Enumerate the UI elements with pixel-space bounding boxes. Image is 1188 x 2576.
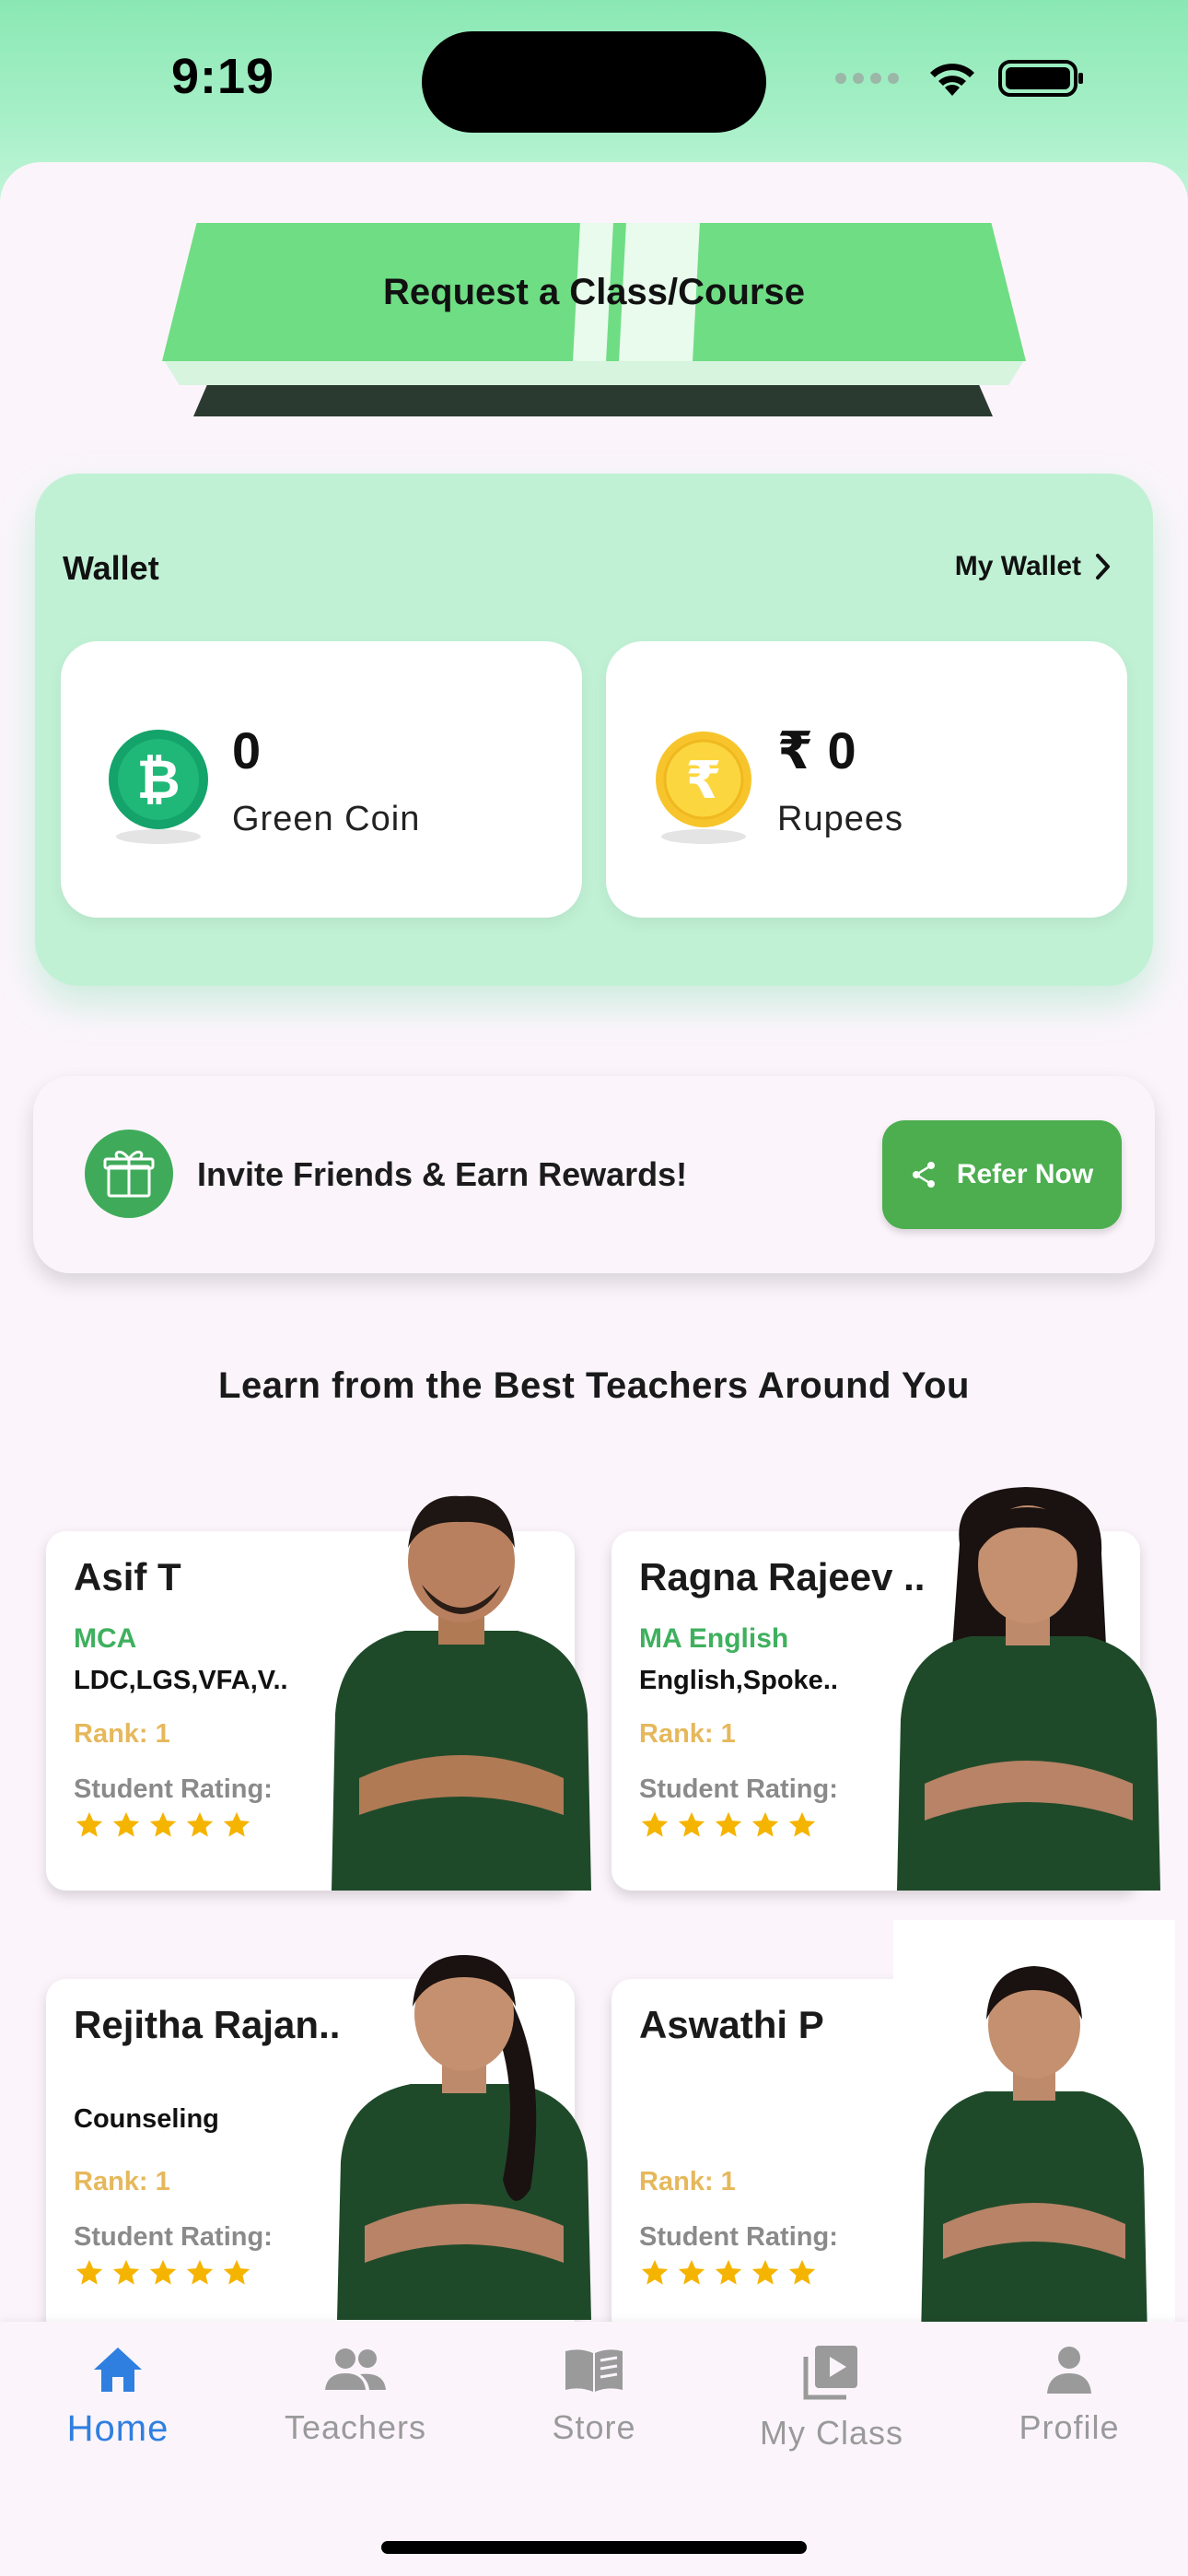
teacher-name: Ragna Rajeev .. <box>639 1555 926 1598</box>
nav-teachers[interactable]: Teachers <box>263 2344 448 2447</box>
green-coin-label: Green Coin <box>232 800 421 838</box>
battery-icon <box>998 60 1083 97</box>
teacher-qualification: MA English <box>639 1623 789 1654</box>
refer-now-button[interactable]: Refer Now <box>882 1120 1122 1229</box>
teacher-card[interactable]: Rejitha Rajan.. Counseling Rank: 1 Stude… <box>46 1955 591 2338</box>
star-icon <box>715 1811 742 1837</box>
teacher-subjects: English,Spoke.. <box>639 1666 838 1695</box>
star-icon <box>149 2259 177 2285</box>
teacher-card[interactable]: Asif T MCA LDC,LGS,VFA,V.. Rank: 1 Stude… <box>46 1495 591 1891</box>
nav-label: Home <box>66 2408 169 2449</box>
wifi-icon <box>930 64 974 96</box>
green-coin-value: 0 <box>232 721 262 779</box>
rupees-value: ₹ 0 <box>777 721 856 779</box>
star-icon <box>76 1811 103 1837</box>
star-icon <box>112 1811 140 1837</box>
teacher-name: Rejitha Rajan.. <box>74 2003 341 2046</box>
teacher-name: Asif T <box>74 1555 181 1598</box>
section-title: Learn from the Best Teachers Around You <box>218 1365 970 1406</box>
refer-text: Invite Friends & Earn Rewards! <box>197 1155 688 1193</box>
person-icon <box>1047 2347 1091 2394</box>
star-icon <box>678 2259 705 2285</box>
teacher-card[interactable]: Aswathi P Rank: 1 Student Rating: <box>611 1920 1175 2338</box>
star-rating <box>74 1809 252 1841</box>
star-icon <box>76 2259 103 2285</box>
teacher-photo <box>337 1955 591 2320</box>
rupees-label: Rupees <box>777 800 903 838</box>
teacher-rank: Rank: 1 <box>639 2167 736 2196</box>
my-wallet-link[interactable]: My Wallet <box>955 551 1112 582</box>
nav-home[interactable]: Home <box>26 2344 210 2450</box>
people-icon <box>325 2348 386 2390</box>
wallet-title: Wallet <box>63 549 159 587</box>
request-class-label: Request a Class/Course <box>383 271 805 312</box>
dynamic-island <box>422 31 766 133</box>
cellular-icon <box>835 73 899 84</box>
star-icon <box>751 1811 779 1837</box>
teacher-photo <box>897 1487 1160 1891</box>
nav-profile[interactable]: Profile <box>977 2344 1161 2447</box>
my-wallet-label: My Wallet <box>954 551 1081 581</box>
rupees-card[interactable]: ₹ ₹ 0 Rupees <box>606 641 1127 918</box>
star-rating <box>639 2257 818 2289</box>
star-icon <box>788 2259 816 2285</box>
nav-label: Store <box>552 2408 636 2446</box>
star-rating <box>74 2257 252 2289</box>
teacher-subjects: LDC,LGS,VFA,V.. <box>74 1666 288 1695</box>
star-icon <box>149 1811 177 1837</box>
teacher-photo <box>893 1920 1175 2338</box>
rupee-coin-icon: ₹ <box>656 732 751 844</box>
star-icon <box>751 2259 779 2285</box>
star-icon <box>641 1811 669 1837</box>
request-class-button[interactable]: Request a Class/Course <box>162 223 1026 416</box>
bitcoin-coin-icon: ₿ <box>109 730 208 844</box>
book-icon <box>565 2349 623 2392</box>
nav-label: My Class <box>759 2414 903 2452</box>
rating-label: Student Rating: <box>74 2222 273 2252</box>
star-icon <box>112 2259 140 2285</box>
status-time: 9:19 <box>171 49 275 104</box>
gift-icon <box>85 1130 173 1218</box>
star-icon <box>223 2259 250 2285</box>
star-icon <box>186 2259 214 2285</box>
star-icon <box>223 1811 250 1837</box>
refer-banner: Invite Friends & Earn Rewards! Refer Now <box>33 1076 1155 1273</box>
rating-label: Student Rating: <box>74 1774 273 1804</box>
svg-text:₿: ₿ <box>136 748 180 811</box>
star-icon <box>788 1811 816 1837</box>
teacher-subjects: Counseling <box>74 2104 219 2134</box>
nav-label: Profile <box>1019 2408 1120 2446</box>
green-coin-card[interactable]: ₿ 0 Green Coin <box>61 641 582 918</box>
rating-label: Student Rating: <box>639 1774 838 1804</box>
star-icon <box>186 1811 214 1837</box>
teacher-rank: Rank: 1 <box>639 1719 736 1749</box>
status-icons <box>835 59 1085 98</box>
share-icon <box>912 1162 935 1188</box>
bottom-nav: Home Teachers Store My Class Profile <box>0 2322 1188 2576</box>
teacher-photo <box>332 1495 591 1891</box>
refer-now-label: Refer Now <box>956 1159 1094 1189</box>
teacher-rank: Rank: 1 <box>74 2167 170 2196</box>
video-library-icon <box>803 2346 857 2400</box>
svg-text:₹: ₹ <box>686 751 722 811</box>
star-rating <box>639 1809 818 1841</box>
nav-store[interactable]: Store <box>502 2344 686 2447</box>
chevron-right-icon <box>1096 554 1110 580</box>
star-icon <box>678 1811 705 1837</box>
star-icon <box>641 2259 669 2285</box>
teacher-name: Aswathi P <box>639 2003 824 2046</box>
home-icon <box>94 2348 142 2392</box>
wallet-panel: Wallet My Wallet ₿ 0 Green Coin ₹ ₹ 0 Ru… <box>35 474 1153 986</box>
teacher-rank: Rank: 1 <box>74 1719 170 1749</box>
nav-label: Teachers <box>284 2408 427 2446</box>
nav-my-class[interactable]: My Class <box>740 2344 924 2453</box>
rating-label: Student Rating: <box>639 2222 838 2252</box>
teacher-card[interactable]: Ragna Rajeev .. MA English English,Spoke… <box>611 1487 1160 1891</box>
star-icon <box>715 2259 742 2285</box>
teacher-qualification: MCA <box>74 1623 137 1654</box>
home-indicator <box>381 2541 807 2554</box>
